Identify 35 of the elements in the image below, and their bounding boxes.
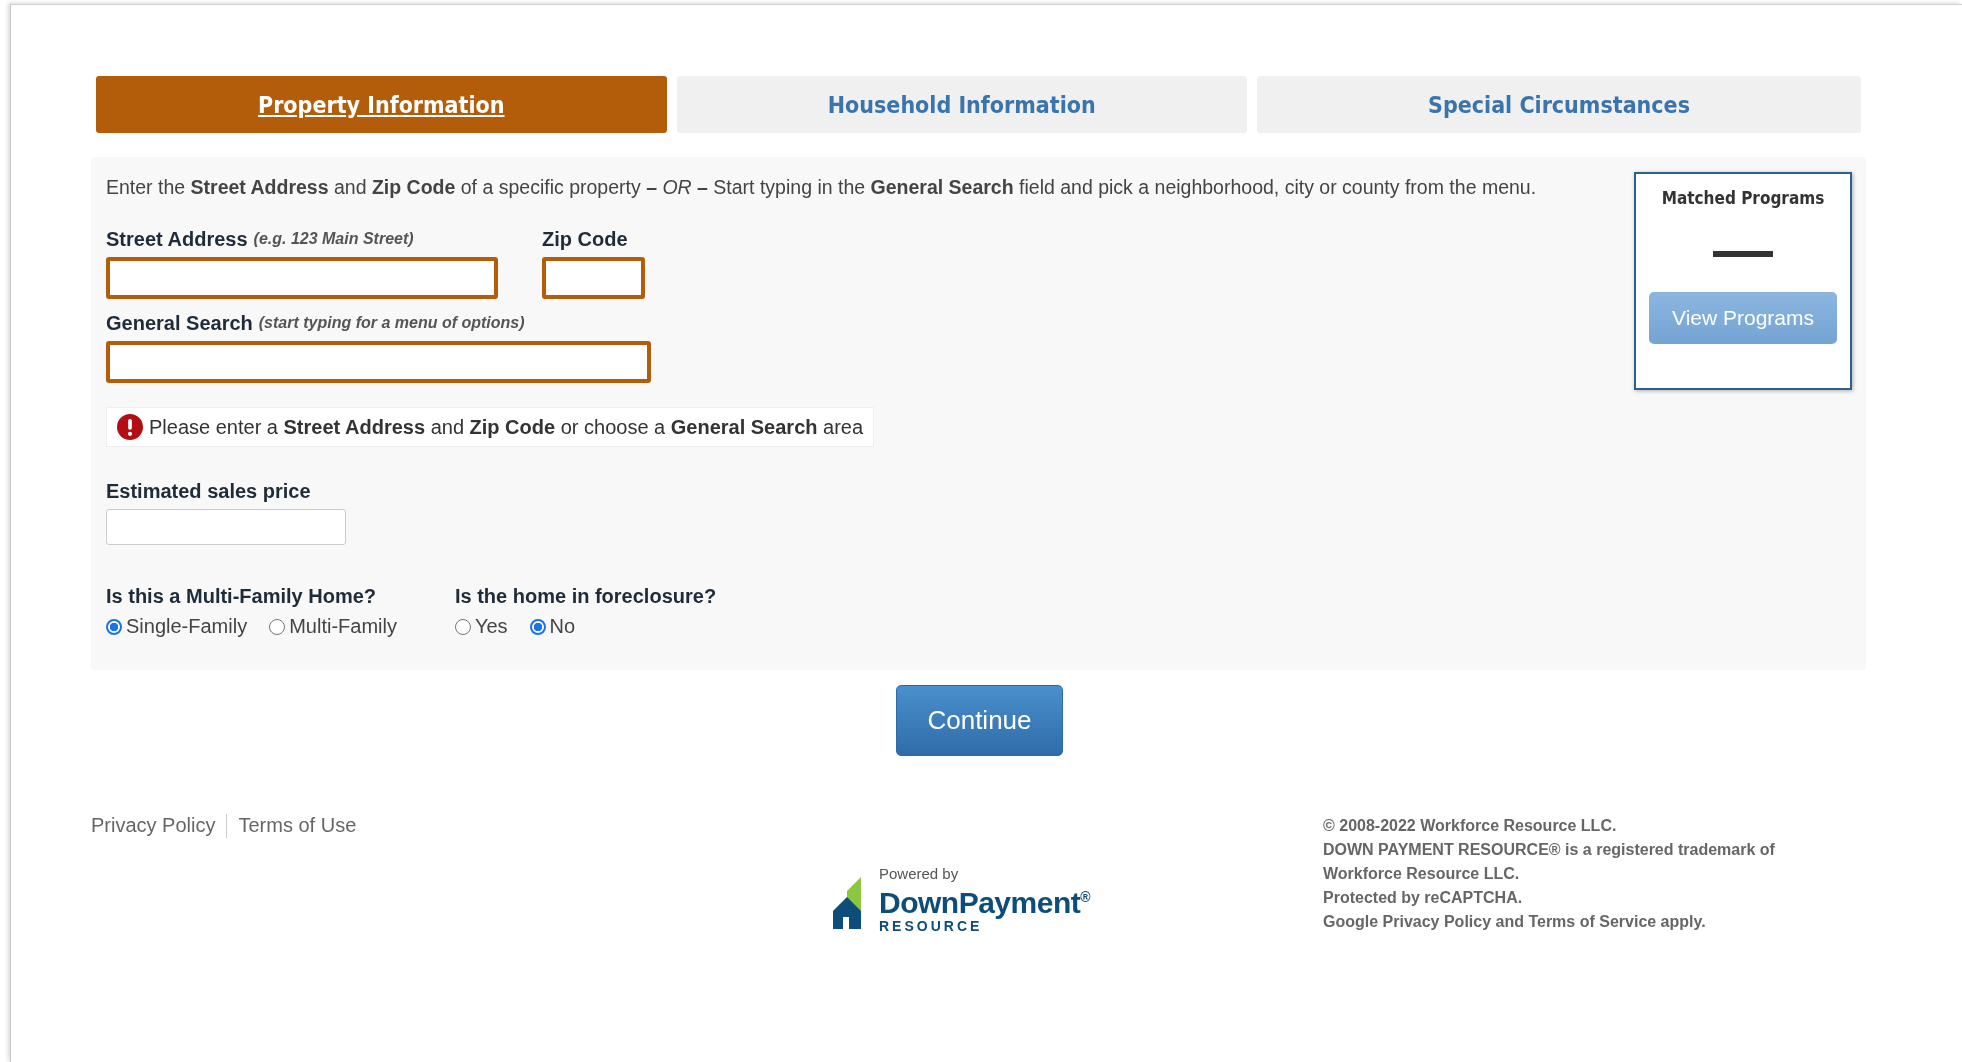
field-hint: (start typing for a menu of options) bbox=[258, 314, 525, 332]
zip-code-field[interactable] bbox=[542, 257, 645, 299]
legal-text: DOWN PAYMENT RESOURCE® is a registered trademark of bbox=[1323, 840, 1775, 860]
question-label: Is this a Multi-Family Home? bbox=[106, 585, 378, 609]
logo-subtitle: RESOURCE bbox=[879, 918, 983, 934]
card-title: Matched Programs bbox=[1661, 188, 1825, 208]
radio-option[interactable]: Yes bbox=[454, 615, 508, 638]
legal-text: Protected by reCAPTCHA. bbox=[1323, 888, 1524, 908]
general-search-field[interactable] bbox=[106, 341, 651, 383]
tab[interactable]: Special Circumstances bbox=[1257, 76, 1861, 133]
tab[interactable]: Household Information bbox=[676, 76, 1247, 133]
legal-text: © 2008-2022 Workforce Resource LLC. bbox=[1323, 816, 1618, 836]
radio-option[interactable]: Single-Family bbox=[106, 615, 248, 638]
sales-price-field[interactable] bbox=[106, 509, 346, 545]
legal-text: Google Privacy Policy and Terms of Service apply. bbox=[1323, 912, 1707, 932]
continue-button[interactable]: Continue bbox=[896, 685, 1063, 756]
instructions-text: Enter the Street Address and Zip Code of a specific property – OR – Start typing in the General Search field and pick a neighborhood, city or county from the menu. bbox=[106, 175, 1538, 200]
field-label: Estimated sales price bbox=[106, 479, 311, 503]
field-label: Street Address bbox=[106, 227, 248, 251]
question-label: Is the home in foreclosure? bbox=[454, 585, 717, 609]
legal-text: Workforce Resource LLC. bbox=[1323, 864, 1521, 884]
radio-option[interactable]: Multi-Family bbox=[269, 615, 397, 638]
field-hint: (e.g. 123 Main Street) bbox=[253, 230, 414, 248]
field-label: General Search bbox=[106, 311, 253, 335]
street-address-field[interactable] bbox=[106, 257, 498, 299]
tab[interactable]: Property Information bbox=[96, 76, 667, 133]
error-text: Please enter a Street Address and Zip Code or choose a General Search area bbox=[149, 415, 864, 439]
powered-by-text: Powered by bbox=[879, 865, 960, 882]
field-label: Zip Code bbox=[542, 227, 628, 251]
logo-name: DownPayment$^{®}$ bbox=[879, 885, 1091, 918]
radio-option[interactable]: No bbox=[529, 615, 576, 638]
program-count: — bbox=[1713, 215, 1773, 285]
footer-link[interactable]: Terms of Use bbox=[238, 814, 357, 837]
exclamation-icon bbox=[117, 414, 143, 440]
footer-link[interactable]: Privacy Policy bbox=[91, 814, 216, 837]
